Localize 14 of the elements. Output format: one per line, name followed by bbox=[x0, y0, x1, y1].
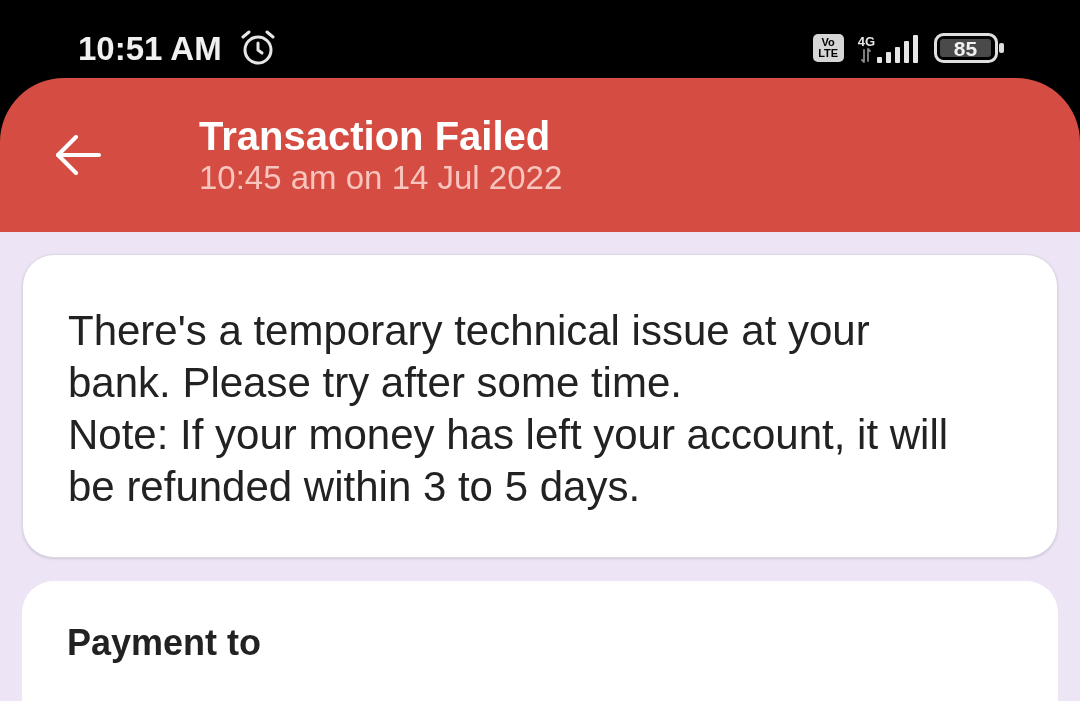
status-time: 10:51 AM bbox=[78, 31, 222, 65]
battery-icon bbox=[934, 33, 1004, 63]
page-title: Transaction Failed bbox=[199, 113, 552, 159]
signal-bars-icon bbox=[877, 35, 919, 63]
alarm-clock-icon bbox=[239, 30, 276, 66]
volte-label: Vo bbox=[821, 37, 835, 48]
battery-percentage: 85 bbox=[952, 39, 979, 57]
volte-label: LTE bbox=[818, 48, 839, 59]
payment-heading: Payment to bbox=[67, 621, 263, 665]
transaction-timestamp: 10:45 am on 14 Jul 2022 bbox=[199, 159, 563, 197]
error-message: There's a temporary technical issue at your bank. Please try after some time. bbox=[68, 306, 871, 408]
data-arrows-icon bbox=[861, 48, 872, 63]
network-type-label: 4G bbox=[857, 35, 875, 48]
refund-note: Note: If your money has left your account, it will be refunded within 3 to 5 days. bbox=[68, 410, 950, 512]
